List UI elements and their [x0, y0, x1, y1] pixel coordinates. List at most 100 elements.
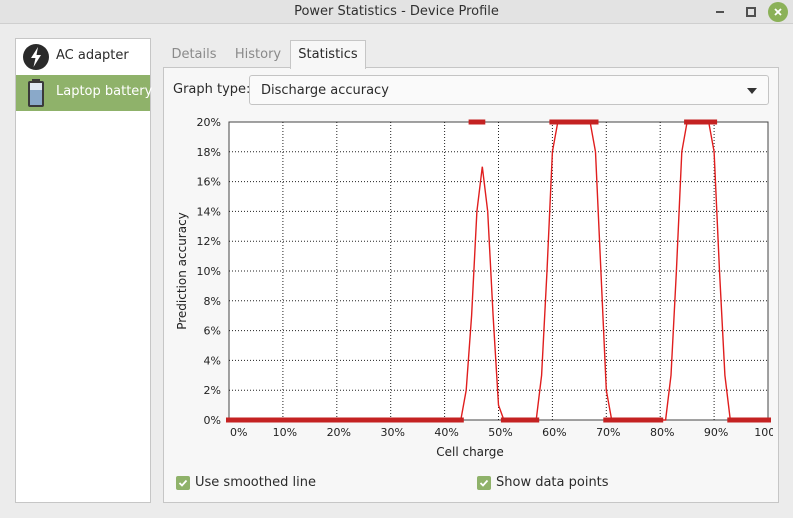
data-point	[641, 417, 647, 423]
data-point	[657, 417, 664, 423]
device-list: AC adapter Laptop battery	[15, 38, 153, 503]
x-tick-label: 20%	[327, 426, 351, 439]
data-point	[339, 417, 346, 423]
graph-type-value: Discharge accuracy	[261, 83, 389, 98]
data-point	[333, 417, 340, 423]
data-point	[689, 119, 696, 125]
data-point	[231, 417, 238, 423]
data-point	[323, 417, 329, 423]
data-point	[301, 417, 308, 423]
x-axis-label: Cell charge	[436, 445, 504, 459]
data-point	[560, 119, 567, 125]
data-point	[274, 417, 281, 423]
data-point	[738, 417, 744, 423]
x-tick-label: 10%	[273, 426, 297, 439]
battery-icon	[28, 79, 44, 107]
device-label: AC adapter	[56, 48, 129, 63]
data-point	[452, 417, 459, 423]
device-item-laptop-battery[interactable]: Laptop battery	[16, 75, 153, 111]
y-tick-label: 18%	[197, 146, 221, 159]
data-point	[403, 417, 410, 423]
tab-history[interactable]: History	[228, 42, 288, 68]
data-point	[317, 417, 324, 423]
x-tick-label: 80%	[650, 426, 674, 439]
data-point	[743, 417, 750, 423]
plot-area	[228, 121, 769, 421]
data-point	[279, 417, 286, 423]
data-point	[527, 417, 534, 423]
data-point	[711, 119, 718, 125]
data-point	[285, 417, 292, 423]
data-point	[258, 417, 265, 423]
data-point	[447, 417, 453, 423]
smoothed-line-checkbox[interactable]: Use smoothed line	[176, 475, 316, 490]
data-point	[242, 417, 249, 423]
data-point	[430, 417, 437, 423]
data-point	[765, 417, 771, 423]
y-tick-label: 14%	[197, 205, 221, 218]
data-point	[500, 417, 507, 423]
graph-type-select[interactable]: Discharge accuracy	[249, 75, 769, 105]
minimize-icon	[716, 11, 724, 13]
data-point	[619, 417, 626, 423]
data-point	[269, 417, 276, 423]
data-point	[247, 417, 254, 423]
data-point	[759, 417, 766, 423]
data-point	[290, 417, 297, 423]
data-point	[754, 417, 761, 423]
data-point	[393, 417, 400, 423]
data-point	[748, 417, 755, 423]
x-tick-label: 100%	[754, 426, 773, 439]
y-tick-label: 20%	[197, 116, 221, 129]
data-point	[651, 417, 658, 423]
data-point	[694, 119, 701, 125]
data-point	[522, 417, 529, 423]
data-point	[554, 119, 561, 125]
data-point	[425, 417, 432, 423]
data-point	[533, 417, 540, 423]
data-point	[571, 119, 577, 125]
data-point	[398, 417, 405, 423]
data-point	[355, 417, 362, 423]
data-point	[253, 417, 259, 423]
tab-statistics[interactable]: Statistics	[290, 40, 366, 69]
discharge-accuracy-chart: 0% 2% 4% 6% 8% 10% 12% 14% 16% 18% 20% 0% 10% 20% 30%…	[175, 116, 773, 459]
maximize-button[interactable]	[742, 3, 760, 21]
data-point	[306, 417, 313, 423]
data-point	[549, 119, 556, 125]
data-point	[457, 417, 464, 423]
data-point	[592, 119, 599, 125]
data-point	[506, 417, 513, 423]
close-icon	[774, 8, 782, 16]
y-tick-label: 10%	[197, 265, 221, 278]
data-point	[296, 417, 303, 423]
x-tick-label: 40%	[434, 426, 458, 439]
dropdown-arrow-icon	[747, 88, 757, 94]
data-point	[409, 417, 416, 423]
data-point	[350, 417, 356, 423]
tab-details[interactable]: Details	[163, 42, 225, 68]
data-point	[614, 417, 621, 423]
x-tick-label: 0%	[230, 426, 247, 439]
device-label: Laptop battery	[56, 84, 153, 99]
maximize-icon	[746, 7, 756, 17]
checkmark-icon	[176, 475, 190, 490]
data-point	[581, 119, 588, 125]
minimize-button[interactable]	[711, 3, 729, 21]
smoothed-line-label: Use smoothed line	[195, 475, 316, 490]
close-button[interactable]	[768, 2, 788, 22]
data-point	[382, 417, 389, 423]
data-point	[371, 417, 378, 423]
data-point	[684, 119, 691, 125]
x-tick-label: 30%	[380, 426, 404, 439]
data-point	[312, 417, 319, 423]
data-point	[511, 417, 518, 423]
data-point	[646, 417, 653, 423]
data-point	[576, 119, 583, 125]
y-tick-label: 0%	[204, 414, 221, 427]
show-data-points-checkbox[interactable]: Show data points	[477, 475, 609, 490]
y-axis-label: Prediction accuracy	[175, 212, 189, 330]
data-point	[436, 417, 443, 423]
device-item-ac-adapter[interactable]: AC adapter	[16, 39, 150, 75]
data-point	[387, 417, 394, 423]
